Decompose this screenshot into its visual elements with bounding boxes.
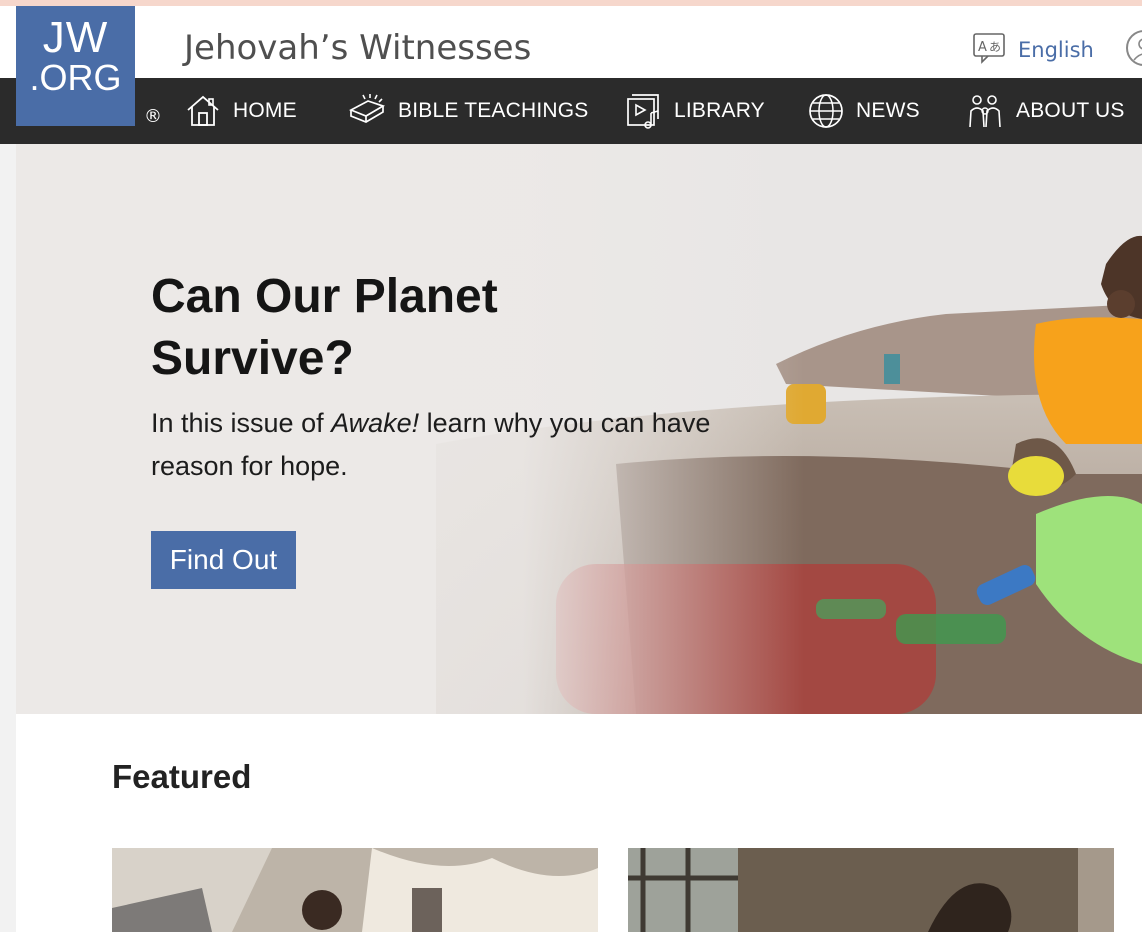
nav-bible-teachings-label: BIBLE TEACHINGS [398, 99, 589, 122]
featured-card-1-image [112, 848, 598, 932]
translate-icon: A あ [972, 32, 1006, 68]
nav-news-label: NEWS [856, 99, 920, 122]
logo-line-1: JW [42, 13, 109, 62]
featured-card-2[interactable] [628, 848, 1114, 932]
hero-subtitle: In this issue of Awake! learn why you ca… [151, 402, 731, 488]
hero-subtitle-start: In this issue of [151, 408, 332, 438]
nav-home[interactable]: HOME [185, 78, 297, 144]
featured-card-1[interactable] [112, 848, 598, 932]
nav-news[interactable]: NEWS [808, 78, 920, 144]
nav-bible-teachings[interactable]: BIBLE TEACHINGS [348, 78, 589, 144]
globe-icon [808, 93, 844, 129]
library-media-icon [626, 93, 662, 129]
open-bible-icon [348, 94, 386, 128]
language-selector[interactable]: A あ English [972, 32, 1094, 68]
hero-title: Can Our Planet Survive? [151, 270, 498, 385]
logo-line-2: .ORG [29, 57, 122, 98]
account-icon[interactable] [1126, 30, 1142, 66]
home-icon [185, 94, 221, 128]
find-out-button[interactable]: Find Out [151, 531, 296, 589]
nav-home-label: HOME [233, 99, 297, 122]
featured-heading: Featured [112, 758, 252, 795]
jw-org-logo[interactable]: JW .ORG [16, 6, 135, 126]
svg-text:あ: あ [989, 40, 1001, 54]
hero-banner: Can Our Planet Survive? In this issue of… [16, 144, 1142, 714]
featured-card-2-image [628, 848, 1114, 932]
main-content: Can Our Planet Survive? In this issue of… [16, 144, 1142, 932]
language-label: English [1018, 38, 1094, 62]
site-header: Jehovah’s Witnesses A あ English [0, 6, 1142, 78]
hero-subtitle-magazine: Awake! [331, 408, 420, 438]
people-icon [966, 93, 1004, 129]
nav-library-label: LIBRARY [674, 99, 765, 122]
svg-text:A: A [978, 40, 987, 55]
site-title: Jehovah’s Witnesses [184, 28, 532, 68]
nav-about-us[interactable]: ABOUT US [966, 78, 1125, 144]
registered-mark: ® [144, 106, 162, 127]
nav-library[interactable]: LIBRARY [626, 78, 765, 144]
nav-about-us-label: ABOUT US [1016, 99, 1125, 122]
